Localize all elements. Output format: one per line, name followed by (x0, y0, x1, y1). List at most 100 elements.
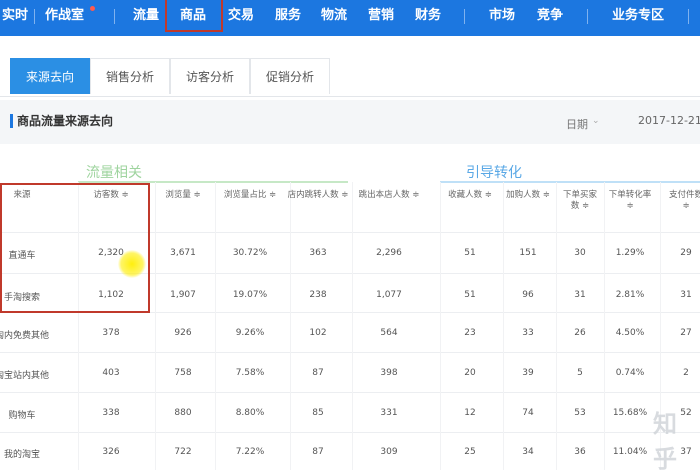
column-divider (215, 182, 216, 470)
nav-divider (34, 9, 35, 24)
table-cell: 7.22% (235, 447, 265, 457)
table-cell: 26 (574, 328, 586, 338)
nav-item-logistics[interactable]: 物流 (321, 0, 347, 32)
table-row-source[interactable]: 我的淘宝 (0, 447, 52, 460)
column-header[interactable]: 支付件数 ≑ (666, 190, 700, 212)
nav-item-marketing[interactable]: 营销 (368, 0, 394, 32)
column-header[interactable]: 跳出本店人数 ≑ (354, 190, 424, 201)
table-cell: 338 (102, 408, 120, 418)
table-cell: 74 (522, 408, 534, 418)
tab-source-destination[interactable]: 来源去向 (10, 58, 90, 94)
table-cell: 1,077 (376, 290, 402, 300)
table-cell: 722 (174, 447, 192, 457)
table-cell: 51 (464, 248, 476, 258)
nav-item-goods-highlight (165, 0, 223, 32)
table-cell: 87 (312, 447, 324, 457)
table-cell: 20 (464, 368, 476, 378)
table-cell: 926 (174, 328, 192, 338)
group-conversion-header: 引导转化 (466, 165, 522, 181)
table-cell: 85 (312, 408, 324, 418)
column-divider (604, 182, 605, 470)
nav-divider (587, 9, 588, 24)
table-cell: 23 (464, 328, 476, 338)
table-cell: 39 (522, 368, 534, 378)
column-header[interactable]: 浏览量占比 ≑ (218, 190, 283, 201)
column-header[interactable]: 店内跳转人数 ≑ (285, 190, 351, 201)
tab-sales-analysis[interactable]: 销售分析 (90, 58, 170, 94)
tab-promotion-analysis[interactable]: 促销分析 (250, 58, 330, 94)
mouse-cursor-highlight (118, 250, 146, 278)
column-divider (556, 182, 557, 470)
table-cell: 53 (574, 408, 586, 418)
column-header[interactable]: 加购人数 ≑ (503, 190, 553, 201)
table-cell: 309 (380, 447, 398, 457)
top-nav: 实时 作战室 流量 商品 交易 服务 物流 营销 财务 市场 竞争 业务专区 (0, 0, 700, 36)
nav-item-war-room[interactable]: 作战室 (45, 0, 84, 32)
column-divider (503, 182, 504, 470)
table-cell: 36 (574, 447, 586, 457)
nav-item-realtime[interactable]: 实时 (2, 0, 28, 32)
table-cell: 30 (574, 248, 586, 258)
table-cell: 51 (464, 290, 476, 300)
date-value[interactable]: 2017-12-21 (638, 114, 700, 127)
tab-visitor-analysis[interactable]: 访客分析 (170, 58, 250, 94)
nav-divider (114, 9, 115, 24)
table-cell: 2,296 (376, 248, 402, 258)
column-divider (352, 182, 353, 470)
table-cell: 33 (522, 328, 534, 338)
column-header[interactable]: 下单转化率 ≑ (604, 190, 656, 212)
table-cell: 102 (309, 328, 327, 338)
table-cell: 27 (680, 328, 692, 338)
table-cell: 7.58% (235, 368, 265, 378)
nav-item-finance[interactable]: 财务 (415, 0, 441, 32)
table-cell: 30.72% (232, 248, 268, 258)
table-cell: 398 (380, 368, 398, 378)
nav-item-business-zone[interactable]: 业务专区 (612, 0, 664, 32)
table-cell: 31 (574, 290, 586, 300)
nav-divider (464, 9, 465, 24)
group-conversion-underline (440, 181, 700, 183)
table-cell: 34 (522, 447, 534, 457)
table-cell: 31 (680, 290, 692, 300)
table-cell: 4.50% (615, 328, 645, 338)
table-cell: 238 (309, 290, 327, 300)
nav-item-service[interactable]: 服务 (275, 0, 301, 32)
table-cell: 29 (680, 248, 692, 258)
column-header[interactable]: 浏览量 ≑ (156, 190, 211, 201)
table-cell: 378 (102, 328, 120, 338)
date-label: 日期 (566, 118, 588, 131)
table-cell: 12 (464, 408, 476, 418)
table-cell: 96 (522, 290, 534, 300)
column-header[interactable]: 下单买家数 ≑ (559, 190, 601, 212)
table-cell: 2.81% (615, 290, 645, 300)
table-cell: 1.29% (615, 248, 645, 258)
group-traffic-header: 流量相关 (86, 165, 142, 181)
nav-item-trade[interactable]: 交易 (228, 0, 254, 32)
column-header[interactable]: 收藏人数 ≑ (445, 190, 495, 201)
table-cell: 3,671 (170, 248, 196, 258)
table-cell: 564 (380, 328, 398, 338)
table-cell: 9.26% (235, 328, 265, 338)
section-header: 商品流量来源去向 日期 ⌄ 2017-12-21 (0, 100, 700, 144)
table-cell: 880 (174, 408, 192, 418)
nav-item-competition[interactable]: 竞争 (537, 0, 563, 32)
table-row-source[interactable]: 淘宝站内其他 (0, 368, 52, 381)
table-cell: 331 (380, 408, 398, 418)
section-accent-bar (10, 114, 13, 128)
table-row-source[interactable]: 购物车 (0, 408, 52, 421)
table-cell: 2 (683, 368, 689, 378)
row-divider (0, 392, 700, 393)
table-cell: 19.07% (232, 290, 268, 300)
table-cell: 1,907 (170, 290, 196, 300)
row-divider (0, 432, 700, 433)
date-caret-icon[interactable]: ⌄ (592, 116, 600, 126)
column-divider (155, 182, 156, 470)
table-cell: 11.04% (612, 447, 648, 457)
nav-item-market[interactable]: 市场 (489, 0, 515, 32)
column-divider (440, 182, 441, 470)
nav-item-traffic[interactable]: 流量 (133, 0, 159, 32)
table-row-source[interactable]: 淘内免费其他 (0, 328, 52, 341)
table-cell: 8.80% (235, 408, 265, 418)
nav-divider (688, 9, 689, 24)
table-cell: 15.68% (612, 408, 648, 418)
